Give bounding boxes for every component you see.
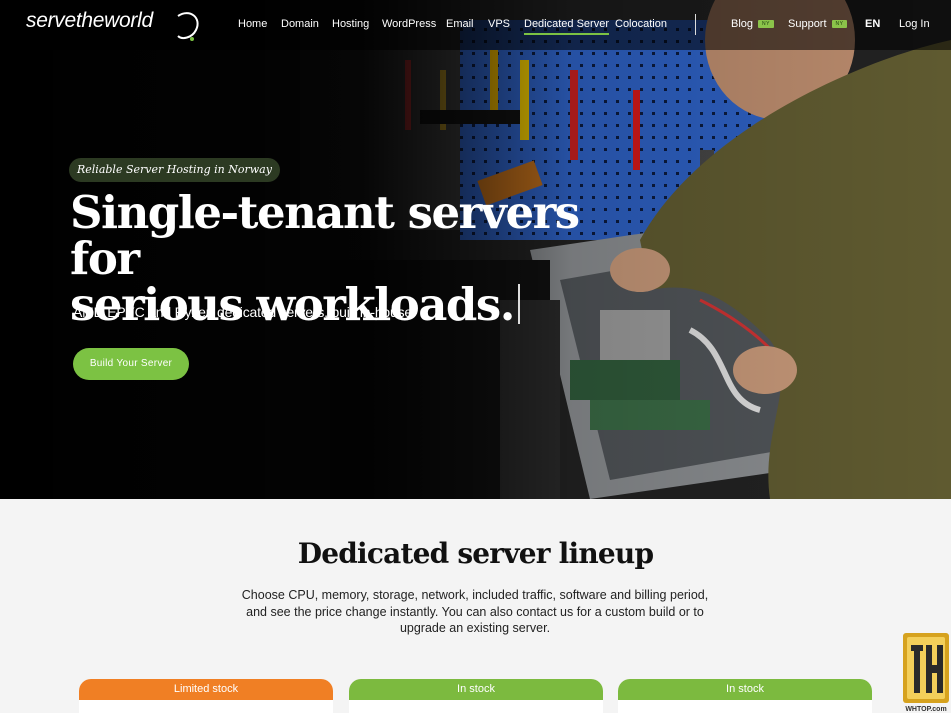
top-navigation: servetheworld Home Domain Hosting WordPr… [0, 0, 951, 50]
nav-support-label: Support [788, 18, 827, 30]
nav-vps[interactable]: VPS [488, 18, 510, 30]
headline-line-1: Single-tenant servers for [70, 186, 580, 285]
lineup-description: Choose CPU, memory, storage, network, in… [241, 588, 709, 635]
typing-cursor [517, 284, 520, 324]
nav-support[interactable]: Support NY [788, 18, 848, 30]
nav-blog[interactable]: Blog NY [731, 18, 774, 30]
nav-dedicated-server[interactable]: Dedicated Server [524, 18, 609, 35]
nav-colocation[interactable]: Colocation [615, 18, 667, 30]
nav-home[interactable]: Home [238, 18, 267, 30]
blog-new-badge: NY [758, 20, 774, 28]
language-selector[interactable]: EN [865, 18, 880, 30]
logo-swirl-icon [177, 12, 199, 41]
whtop-watermark-logo: WHTOP.com [903, 633, 949, 713]
support-new-badge: NY [831, 20, 848, 28]
server-card[interactable]: In stock [618, 679, 872, 713]
nav-blog-label: Blog [731, 18, 754, 30]
page: servetheworld Home Domain Hosting WordPr… [0, 0, 951, 713]
build-your-server-button[interactable]: Build Your Server [73, 348, 189, 380]
logo-text: servetheworld [26, 9, 153, 32]
brand-logo[interactable]: servetheworld [26, 8, 202, 44]
server-card[interactable]: In stock [349, 679, 603, 713]
svg-text:WHTOP.com: WHTOP.com [905, 706, 946, 713]
stock-status-banner: In stock [618, 679, 872, 700]
nav-hosting[interactable]: Hosting [332, 18, 369, 30]
server-card[interactable]: Limited stock [79, 679, 333, 713]
stock-status-banner: In stock [349, 679, 603, 700]
nav-domain[interactable]: Domain [281, 18, 319, 30]
stock-status-banner: Limited stock [79, 679, 333, 700]
nav-login[interactable]: Log In [899, 18, 930, 30]
lineup-title: Dedicated server lineup [297, 537, 654, 570]
hero-section: servetheworld Home Domain Hosting WordPr… [0, 0, 951, 499]
nav-email[interactable]: Email [446, 18, 474, 30]
nav-divider [695, 14, 696, 35]
hero-subheading: AMD EPYC and Ryzen dedicated servers, bu… [73, 304, 412, 320]
hero-tagline: Reliable Server Hosting in Norway [69, 158, 280, 182]
nav-wordpress[interactable]: WordPress [382, 18, 436, 30]
